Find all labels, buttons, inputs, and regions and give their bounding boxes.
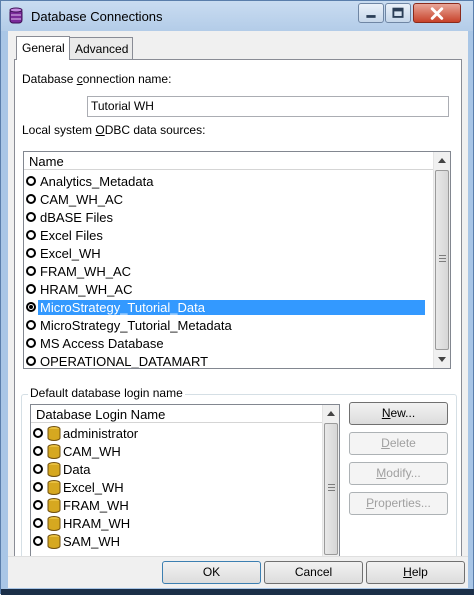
taskbar-strip <box>1 589 474 595</box>
database-user-icon <box>47 534 61 549</box>
radio-button[interactable] <box>26 230 36 240</box>
scroll-down-button[interactable] <box>434 351 450 368</box>
radio-button[interactable] <box>33 446 43 456</box>
maximize-button[interactable] <box>385 3 411 23</box>
list-item[interactable]: CAM_WH_AC <box>24 191 434 209</box>
chevron-up-icon <box>327 411 335 416</box>
scroll-thumb[interactable] <box>435 170 449 350</box>
database-user-icon <box>47 498 61 513</box>
connection-name-input[interactable]: Tutorial WH <box>87 96 449 117</box>
list-item[interactable]: SAM_WH <box>31 533 323 551</box>
list-item[interactable]: OPERATIONAL_DATAMART <box>24 353 434 368</box>
grip-line <box>439 255 446 256</box>
radio-button[interactable] <box>33 500 43 510</box>
radio-button[interactable] <box>26 212 36 222</box>
help-button[interactable]: Help <box>366 561 465 584</box>
window-title: Database Connections <box>31 9 163 24</box>
database-user-icon <box>47 480 61 495</box>
close-button[interactable] <box>413 3 461 23</box>
maximize-icon <box>392 7 404 18</box>
radio-button[interactable] <box>33 518 43 528</box>
radio-button[interactable] <box>33 464 43 474</box>
odbc-sources-label: Local system ODBC data sources: <box>22 123 206 137</box>
radio-button[interactable] <box>26 194 36 204</box>
list-item[interactable]: Excel_WH <box>24 245 434 263</box>
scroll-thumb[interactable] <box>324 423 338 555</box>
list-item[interactable]: CAM_WH <box>31 443 323 461</box>
list-item[interactable]: FRAM_WH_AC <box>24 263 434 281</box>
properties-button[interactable]: Properties... <box>349 492 448 515</box>
grip-line <box>328 487 335 488</box>
list-item[interactable]: Analytics_Metadata <box>24 173 434 191</box>
modify-button[interactable]: Modify... <box>349 462 448 485</box>
database-user-icon <box>47 444 61 459</box>
list-item[interactable]: dBASE Files <box>24 209 434 227</box>
column-header-login[interactable]: Database Login Name <box>31 405 322 423</box>
connection-name-label: Database connection name: <box>22 72 172 86</box>
new-button[interactable]: New... <box>349 402 448 425</box>
list-item[interactable]: Excel Files <box>24 227 434 245</box>
radio-button[interactable] <box>26 338 36 348</box>
radio-button[interactable] <box>33 428 43 438</box>
odbc-sources-list[interactable]: Name Analytics_Metadata CAM_WH_AC dBASE … <box>23 151 451 369</box>
list-item[interactable]: Data <box>31 461 323 479</box>
minimize-button[interactable] <box>358 3 384 23</box>
chevron-down-icon <box>438 357 446 362</box>
grip-line <box>328 490 335 491</box>
radio-button[interactable] <box>26 176 36 186</box>
title-bar[interactable]: Database Connections <box>1 1 473 31</box>
database-user-icon <box>47 426 61 441</box>
dialog-client-area: General Advanced Database connection nam… <box>8 31 468 588</box>
login-list-scrollbar[interactable] <box>322 405 339 573</box>
database-user-icon <box>47 462 61 477</box>
default-login-group-label: Default database login name <box>28 386 185 400</box>
grip-line <box>439 261 446 262</box>
tab-advanced[interactable]: Advanced <box>69 37 133 59</box>
list-item[interactable]: Excel_WH <box>31 479 323 497</box>
scroll-up-button[interactable] <box>434 152 450 169</box>
list-item[interactable]: HRAM_WH_AC <box>24 281 434 299</box>
grip-line <box>328 484 335 485</box>
grip-line <box>439 258 446 259</box>
close-icon <box>430 7 444 20</box>
database-connections-icon <box>9 7 23 24</box>
login-list[interactable]: Database Login Name administrator CAM_WH… <box>30 404 340 574</box>
radio-button[interactable] <box>26 248 36 258</box>
scroll-up-button[interactable] <box>323 405 339 422</box>
database-connections-window: Database Connections General Advanced Da… <box>0 0 474 595</box>
radio-button[interactable] <box>33 536 43 546</box>
radio-button[interactable] <box>33 482 43 492</box>
dialog-footer: OK Cancel Help <box>8 556 468 588</box>
radio-button[interactable] <box>26 320 36 330</box>
list-item-selected[interactable]: MicroStrategy_Tutorial_Data <box>24 299 434 317</box>
radio-button[interactable] <box>26 356 36 366</box>
radio-button[interactable] <box>26 266 36 276</box>
list-item[interactable]: FRAM_WH <box>31 497 323 515</box>
list-item[interactable]: administrator <box>31 425 323 443</box>
minimize-icon <box>366 15 376 18</box>
list-item[interactable]: HRAM_WH <box>31 515 323 533</box>
cancel-button[interactable]: Cancel <box>264 561 363 584</box>
chevron-up-icon <box>438 158 446 163</box>
delete-button[interactable]: Delete <box>349 432 448 455</box>
radio-button-selected[interactable] <box>26 302 36 312</box>
radio-button[interactable] <box>26 284 36 294</box>
list-item[interactable]: MicroStrategy_Tutorial_Metadata <box>24 317 434 335</box>
database-user-icon <box>47 516 61 531</box>
column-header-name[interactable]: Name <box>24 152 433 170</box>
list-item[interactable]: MS Access Database <box>24 335 434 353</box>
tab-general[interactable]: General <box>16 36 70 60</box>
odbc-list-scrollbar[interactable] <box>433 152 450 368</box>
ok-button[interactable]: OK <box>162 561 261 584</box>
general-tab-panel: Database connection name: Tutorial WH Lo… <box>14 59 462 579</box>
